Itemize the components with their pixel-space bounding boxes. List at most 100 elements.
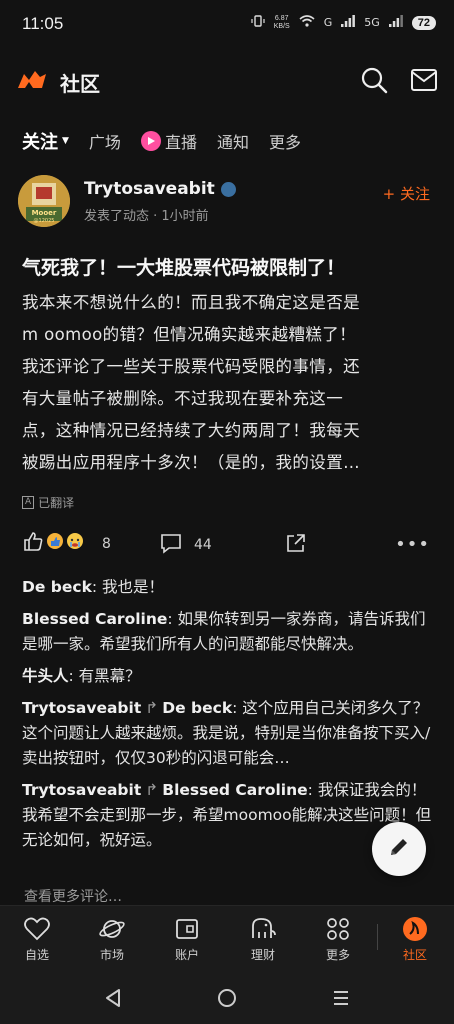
post-body-line: 我本来不想说什么的！而且我不确定这是否是 (22, 293, 360, 312)
comment-author[interactable]: Trytosaveabit (22, 781, 141, 799)
comment-reply-to[interactable]: Blessed Caroline (162, 781, 307, 799)
translated-label: 已翻译 (38, 496, 75, 510)
elephant-icon (233, 916, 293, 942)
signal-bars-icon (341, 15, 356, 30)
crying-emoji-icon (66, 532, 84, 554)
nav-wealth[interactable]: 理财 (233, 916, 293, 963)
planet-icon (82, 916, 142, 942)
tab-live-label: 直播 (164, 133, 197, 152)
comment-author[interactable]: De beck (22, 578, 92, 596)
comment-item[interactable]: 牛头人: 有黑幕？ (22, 664, 436, 689)
nav-label: 市场 (99, 948, 124, 962)
status-bar: 11:05 6.87 KB/S G 5G 72 (0, 0, 454, 50)
more-options-icon[interactable]: ••• (395, 534, 430, 555)
bottom-nav: 自选 市场 账户 理财 更多 社区 (0, 905, 454, 972)
comment-text: : 我也是！ (91, 578, 165, 596)
reply-arrow-icon: ↱ (145, 781, 159, 799)
reaction-count: 8 (102, 536, 111, 552)
nav-market[interactable]: 市场 (82, 916, 142, 963)
author-name-text: Trytosaveabit (84, 179, 215, 199)
net-speed: 6.87 KB/S (274, 15, 290, 31)
view-more-comments-link[interactable]: 查看更多评论… (24, 886, 122, 906)
tab-more[interactable]: 更多 (269, 129, 301, 153)
post-body-line: 有大量帖子被删除。不过我现在要补充这一 (22, 389, 344, 408)
avatar-badge-sub: @12025 (34, 218, 55, 224)
nav-community[interactable]: 社区 (385, 916, 445, 963)
share-icon (285, 534, 307, 558)
share-button[interactable] (285, 532, 307, 558)
tab-square-label: 广场 (88, 133, 121, 152)
comment-item[interactable]: Trytosaveabit ↱ De beck: 这个应用自己关闭多久了？这个问题让… (22, 696, 436, 771)
tab-following[interactable]: 关注 ▼ (22, 128, 69, 154)
thumbs-up-emoji-icon (46, 532, 64, 554)
vibrate-icon (251, 14, 265, 31)
heart-icon (7, 916, 67, 942)
nav-divider (377, 924, 378, 950)
mail-icon[interactable] (410, 68, 438, 92)
compose-button[interactable] (372, 822, 426, 876)
tab-notifications[interactable]: 通知 (217, 129, 249, 153)
nav-account[interactable]: 账户 (157, 916, 217, 963)
net-speed-unit: KB/S (273, 22, 290, 30)
author-name[interactable]: Trytosaveabit (84, 179, 236, 199)
status-icons: 6.87 KB/S G 5G 72 (251, 14, 436, 31)
bull-logo-icon (16, 68, 48, 92)
feed-tabs: 关注 ▼ 广场 直播 通知 更多 (22, 128, 301, 154)
comment-button[interactable]: 44 (160, 532, 212, 558)
nav-label: 自选 (24, 948, 49, 962)
signal-2-label: 5G (364, 16, 380, 29)
comment-item[interactable]: De beck: 我也是！ (22, 575, 436, 600)
avatar[interactable]: Mooer @12025 (18, 175, 70, 227)
grid-icon (308, 916, 368, 942)
wifi-icon (299, 15, 315, 30)
comment-item[interactable]: Blessed Caroline: 如果你转到另一家券商，请告诉我们是哪一家。希… (22, 607, 436, 657)
search-icon[interactable] (360, 66, 388, 94)
signal-bars-icon (388, 15, 403, 30)
tab-square[interactable]: 广场 (89, 129, 121, 153)
verified-badge-icon (220, 181, 236, 197)
avatar-badge-text: Mooer (32, 209, 57, 217)
tab-following-label: 关注 (22, 132, 58, 153)
translate-icon: A (22, 496, 35, 509)
reply-arrow-icon: ↱ (145, 699, 159, 717)
nav-label: 社区 (402, 948, 427, 962)
follow-button[interactable]: + 关注 (383, 183, 430, 204)
reaction-button[interactable] (22, 530, 84, 556)
system-nav-bar (0, 971, 454, 1024)
nav-label: 理财 (250, 948, 275, 962)
live-play-icon (140, 131, 161, 151)
nav-watchlist[interactable]: 自选 (7, 916, 67, 963)
home-icon[interactable] (217, 988, 237, 1012)
translated-indicator[interactable]: A 已翻译 (22, 494, 74, 511)
nav-more[interactable]: 更多 (308, 916, 368, 963)
post-body-line: 我还评论了一些关于股票代码受限的事情，还 (22, 357, 360, 376)
thumbs-up-icon (22, 530, 44, 556)
back-icon[interactable] (104, 988, 122, 1012)
wallet-icon (157, 916, 217, 942)
comment-author[interactable]: Trytosaveabit (22, 699, 141, 717)
comment-list: De beck: 我也是！ Blessed Caroline: 如果你转到另一家… (22, 575, 436, 860)
community-icon (385, 916, 445, 942)
post-body[interactable]: 我本来不想说什么的！而且我不确定这是否是 m oomoo的错？但情况确实越来越糟… (22, 287, 434, 479)
signal-1-label: G (323, 16, 333, 29)
recents-icon[interactable] (332, 989, 350, 1011)
post-meta: 发表了动态 · 1小时前 (84, 209, 209, 224)
status-time: 11:05 (22, 14, 64, 33)
tab-live[interactable]: 直播 (140, 129, 197, 153)
comment-author[interactable]: Blessed Caroline (22, 610, 167, 628)
nav-label: 账户 (174, 948, 199, 962)
tab-more-label: 更多 (268, 133, 301, 152)
nav-label: 更多 (325, 948, 350, 962)
tab-notifications-label: 通知 (216, 133, 249, 152)
post-title[interactable]: 气死我了！一大堆股票代码被限制了！ (22, 253, 432, 280)
post-body-line: 点，这种情况已经持续了大约两周了！我每天 (22, 421, 360, 440)
post-header: Mooer @12025 Trytosaveabit 发表了动态 · 1小时前 … (18, 175, 436, 230)
comment-count: 44 (194, 537, 212, 553)
comment-reply-to[interactable]: De beck (162, 699, 232, 717)
post-actions: 8 44 ••• (22, 530, 434, 560)
net-speed-value: 6.87 (274, 14, 289, 22)
post-body-line: 被踢出应用程序十多次！（是的，我的设置… (22, 453, 360, 472)
comment-author[interactable]: 牛头人 (22, 667, 69, 685)
chevron-down-icon: ▼ (62, 136, 69, 146)
comment-text: : 有黑幕？ (68, 667, 141, 685)
